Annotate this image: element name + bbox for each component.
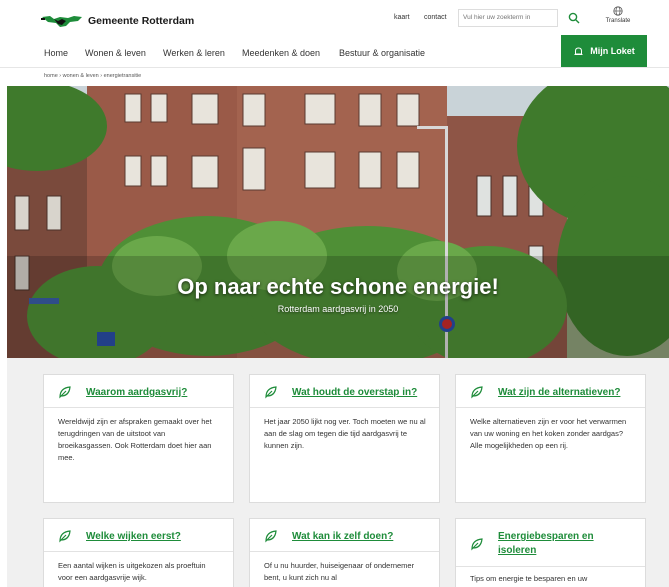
card-title-line2[interactable]: isoleren bbox=[498, 544, 536, 557]
leaf-icon bbox=[471, 538, 483, 551]
nav-item-home[interactable]: Home bbox=[44, 48, 68, 58]
card-header: Wat zijn de alternatieven? bbox=[456, 375, 645, 408]
card-waarom-aardgasvrij[interactable]: Waarom aardgasvrij? Wereldwijd zijn er a… bbox=[43, 374, 234, 503]
search-input[interactable]: Vul hier uw zoekterm in bbox=[458, 9, 558, 27]
search-button[interactable] bbox=[563, 8, 585, 28]
card-header: Energiebesparen en isoleren bbox=[456, 519, 645, 567]
mijn-loket-button[interactable]: Mijn Loket bbox=[561, 35, 647, 67]
leaf-icon bbox=[265, 386, 277, 399]
leaf-icon bbox=[265, 530, 277, 543]
globe-icon bbox=[613, 6, 623, 16]
card-title[interactable]: Wat zijn de alternatieven? bbox=[498, 386, 620, 399]
card-body: Welke alternatieven zijn er voor het ver… bbox=[470, 417, 627, 450]
logo-text: Gemeente Rotterdam bbox=[88, 15, 195, 27]
card-energiebesparen-en-isoleren[interactable]: Energiebesparen en isoleren Tips om ener… bbox=[455, 518, 646, 587]
leaf-icon bbox=[59, 530, 71, 543]
translate-button[interactable]: Translate bbox=[601, 6, 635, 24]
nav-item-meedenken-doen[interactable]: Meedenken & doen bbox=[242, 48, 320, 58]
card-body: Wereldwijd zijn er afspraken gemaakt ove… bbox=[58, 417, 212, 462]
card-title[interactable]: Wat kan ik zelf doen? bbox=[292, 530, 393, 543]
hero-title: Op naar echte schone energie! bbox=[177, 274, 499, 299]
card-header: Waarom aardgasvrij? bbox=[44, 375, 233, 408]
nav-item-wonen-leven[interactable]: Wonen & leven bbox=[85, 48, 146, 58]
card-welke-wijken-eerst[interactable]: Welke wijken eerst? Een aantal wijken is… bbox=[43, 518, 234, 587]
top-bar: Gemeente Rotterdam kaart contact Vul hie… bbox=[0, 0, 669, 38]
card-wat-houdt-de-overstap-in[interactable]: Wat houdt de overstap in? Het jaar 2050 … bbox=[249, 374, 440, 503]
card-body: Het jaar 2050 lijkt nog ver. Toch moeten… bbox=[264, 417, 426, 450]
bell-icon bbox=[574, 46, 583, 55]
hero-image bbox=[7, 86, 669, 358]
card-header: Wat kan ik zelf doen? bbox=[250, 519, 439, 552]
card-body: Tips om energie te besparen en uw bbox=[470, 574, 588, 583]
leaf-icon bbox=[59, 386, 71, 399]
hero-subtitle: Rotterdam aardgasvrij in 2050 bbox=[277, 304, 399, 314]
card-body: Of u nu huurder, huiseigenaar of onderne… bbox=[264, 561, 415, 582]
card-title[interactable]: Waarom aardgasvrij? bbox=[86, 386, 187, 399]
nav-item-werken-leren[interactable]: Werken & leren bbox=[163, 48, 225, 58]
card-title[interactable]: Welke wijken eerst? bbox=[86, 530, 181, 543]
nav-item-bestuur-organisatie[interactable]: Bestuur & organisatie bbox=[339, 48, 425, 58]
mijn-loket-label: Mijn Loket bbox=[590, 46, 635, 56]
search-icon bbox=[568, 12, 580, 24]
card-wat-kan-ik-zelf-doen[interactable]: Wat kan ik zelf doen? Of u nu huurder, h… bbox=[249, 518, 440, 587]
card-wat-zijn-de-alternatieven[interactable]: Wat zijn de alternatieven? Welke alterna… bbox=[455, 374, 646, 503]
hero-photo bbox=[7, 86, 669, 358]
card-body: Een aantal wijken is uitgekozen als proe… bbox=[58, 561, 206, 582]
card-header: Welke wijken eerst? bbox=[44, 519, 233, 552]
card-header: Wat houdt de overstap in? bbox=[250, 375, 439, 408]
link-kaart[interactable]: kaart bbox=[394, 14, 410, 21]
logo[interactable]: Gemeente Rotterdam bbox=[40, 13, 194, 29]
leaf-icon bbox=[471, 386, 483, 399]
lion-logo-icon bbox=[41, 16, 82, 27]
translate-label: Translate bbox=[605, 18, 631, 24]
card-title-line1[interactable]: Energiebesparen en bbox=[498, 530, 594, 543]
card-title[interactable]: Wat houdt de overstap in? bbox=[292, 386, 417, 399]
breadcrumb: home › wonen & leven › energietransitie bbox=[44, 73, 142, 79]
link-contact[interactable]: contact bbox=[424, 14, 447, 21]
